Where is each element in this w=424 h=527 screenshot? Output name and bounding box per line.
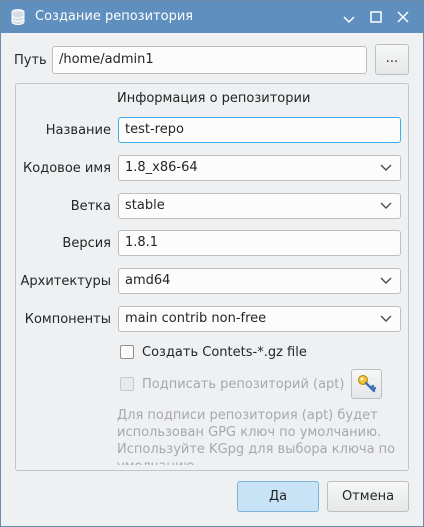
branch-value: stable (125, 198, 165, 213)
minimize-icon[interactable] (341, 9, 357, 25)
chevron-down-icon (380, 277, 392, 284)
components-label: Компоненты (24, 312, 111, 327)
cancel-button[interactable]: Отмена (327, 481, 409, 512)
branch-combobox[interactable]: stable (118, 193, 401, 219)
architectures-value: amd64 (125, 273, 171, 288)
group-title: Информация о репозитории (117, 91, 311, 106)
dialog-window: Создание репозитория Путь /home/admin1 .… (0, 0, 424, 527)
path-label: Путь (14, 53, 47, 68)
close-icon[interactable] (395, 9, 411, 25)
codename-label: Кодовое имя (23, 161, 111, 176)
chevron-down-icon (380, 202, 392, 209)
chevron-down-icon (380, 164, 392, 171)
components-value: main contrib non-free (125, 311, 267, 326)
components-combobox[interactable]: main contrib non-free (118, 306, 401, 332)
path-input[interactable]: /home/admin1 (52, 46, 367, 74)
version-input[interactable]: 1.8.1 (118, 230, 401, 256)
codename-combobox[interactable]: 1.8_x86-64 (118, 155, 401, 181)
sign-hint-text: Для подписи репозитория (apt) будет испо… (117, 408, 396, 465)
codename-value: 1.8_x86-64 (125, 160, 198, 175)
name-input[interactable]: test-repo (118, 117, 401, 143)
sign-repo-checkbox[interactable] (120, 377, 134, 391)
create-contents-label[interactable]: Создать Contets-*.gz file (142, 345, 307, 360)
sign-repo-label: Подписать репозиторий (apt) (142, 377, 345, 392)
database-icon (11, 9, 25, 25)
architectures-label: Архитектуры (20, 274, 112, 289)
title-bar[interactable]: Создание репозитория (1, 1, 423, 33)
maximize-icon[interactable] (368, 9, 384, 25)
window-title: Создание репозитория (35, 9, 194, 24)
browse-button[interactable]: ... (375, 44, 409, 75)
branch-label: Ветка (70, 199, 111, 214)
ok-button[interactable]: Да (237, 481, 319, 512)
create-contents-checkbox[interactable] (120, 345, 134, 359)
chevron-down-icon (380, 315, 392, 322)
name-label: Название (45, 123, 111, 138)
version-label: Версия (62, 236, 111, 251)
select-key-button[interactable] (351, 369, 382, 399)
key-icon (357, 375, 376, 393)
architectures-combobox[interactable]: amd64 (118, 268, 401, 294)
